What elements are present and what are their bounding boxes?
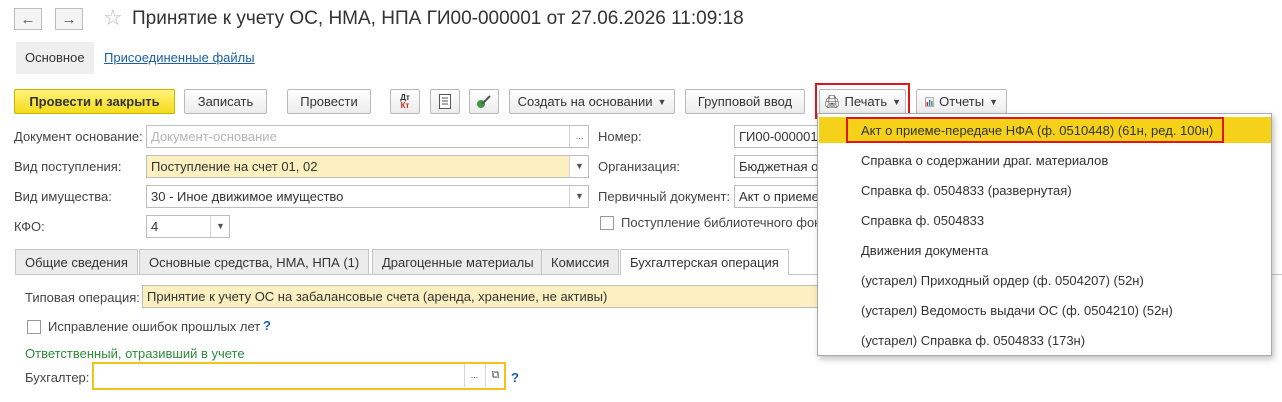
- bar-chart-icon: [925, 96, 935, 107]
- arrow-right-icon: →: [61, 10, 77, 28]
- arrow-left-icon: ←: [20, 10, 36, 28]
- menu-item-act-nfa[interactable]: Акт о приеме-передаче НФА (ф. 0510448) (…: [861, 123, 1213, 138]
- fix-errors-label: Исправление ошибок прошлых лет: [48, 319, 261, 334]
- dt-kt-button[interactable]: Дт Кт: [390, 89, 420, 114]
- menu-item-issue-statement[interactable]: (устарел) Ведомость выдачи ОС (ф. 050421…: [861, 303, 1173, 318]
- kfo-label: КФО:: [14, 219, 45, 234]
- organization-label: Организация:: [598, 159, 681, 174]
- property-type-field[interactable]: 30 - Иное движимое имущество ▼: [146, 185, 589, 208]
- receipt-type-value: Поступление на счет 01, 02: [151, 159, 318, 174]
- number-field[interactable]: ГИ00-000001: [734, 125, 824, 148]
- doc-basis-field[interactable]: Документ-основание ...: [146, 125, 589, 148]
- menu-item-receipt-order[interactable]: (устарел) Приходный ордер (ф. 0504207) (…: [861, 273, 1144, 288]
- reports-button[interactable]: Отчеты ▼: [916, 89, 1007, 114]
- help-icon[interactable]: ?: [263, 318, 271, 333]
- chevron-down-icon: ▼: [892, 96, 902, 107]
- edit-button[interactable]: [469, 89, 499, 114]
- typical-operation-label: Типовая операция:: [25, 290, 140, 305]
- receipt-type-field[interactable]: Поступление на счет 01, 02 ▼: [146, 155, 589, 178]
- print-button[interactable]: 🖨 Печать ▼: [819, 89, 906, 114]
- organization-field[interactable]: Бюджетная о: [734, 155, 824, 178]
- primary-doc-field[interactable]: Акт о приеме: [734, 185, 824, 208]
- kfo-value: 4: [151, 219, 159, 234]
- menu-item-certificate-expanded[interactable]: Справка ф. 0504833 (развернутая): [861, 183, 1072, 198]
- back-button[interactable]: ←: [14, 8, 42, 30]
- tab-precious-materials[interactable]: Драгоценные материалы: [372, 249, 544, 275]
- tab-general-info[interactable]: Общие сведения: [15, 249, 138, 275]
- tab-accounting-operation[interactable]: Бухгалтерская операция: [620, 249, 789, 275]
- list-view-button[interactable]: [430, 89, 460, 114]
- help-icon[interactable]: ?: [511, 370, 519, 385]
- typical-operation-field[interactable]: Принятие к учету ОС на забалансовые счет…: [142, 285, 832, 308]
- print-dropdown-menu: Акт о приеме-передаче НФА (ф. 0510448) (…: [817, 113, 1272, 356]
- menu-item-certificate[interactable]: Справка ф. 0504833: [861, 213, 984, 228]
- dropdown-arrow-icon[interactable]: ▼: [210, 216, 229, 237]
- primary-doc-label: Первичный документ:: [598, 189, 731, 204]
- kfo-field[interactable]: 4 ▼: [146, 215, 230, 238]
- tab-main[interactable]: Основное: [16, 42, 94, 74]
- print-label: Печать: [844, 94, 888, 109]
- page-title: Принятие к учету ОС, НМА, НПА ГИ00-00000…: [132, 8, 744, 29]
- pencil-icon: [477, 94, 491, 108]
- chevron-down-icon: ▼: [657, 96, 667, 107]
- active-tab-gap: [621, 274, 788, 275]
- tab-attached-files[interactable]: Присоединенные файлы: [95, 42, 264, 74]
- open-icon[interactable]: ⧉: [485, 364, 504, 387]
- tab-fixed-assets[interactable]: Основные средства, НМА, НПА (1): [139, 249, 370, 275]
- property-type-value: 30 - Иное движимое имущество: [151, 189, 344, 204]
- menu-item-certificate-old[interactable]: (устарел) Справка ф. 0504833 (173н): [861, 333, 1085, 348]
- responsible-section-header: Ответственный, отразивший в учете: [25, 346, 245, 361]
- doc-basis-placeholder: Документ-основание: [151, 129, 277, 144]
- property-type-label: Вид имущества:: [14, 189, 112, 204]
- accountant-field[interactable]: ... ⧉: [92, 362, 506, 390]
- dropdown-arrow-icon[interactable]: ▼: [569, 156, 588, 177]
- create-based-on-button[interactable]: Создать на основании ▼: [509, 89, 675, 114]
- doc-basis-label: Документ основание:: [14, 129, 143, 144]
- document-list-icon: [439, 94, 451, 109]
- star-icon[interactable]: ☆: [103, 5, 123, 31]
- group-input-button[interactable]: Групповой ввод: [685, 89, 805, 114]
- forward-button[interactable]: →: [55, 8, 83, 30]
- printer-icon: 🖨: [823, 93, 841, 109]
- dropdown-arrow-icon[interactable]: ▼: [569, 186, 588, 207]
- post-button[interactable]: Провести: [287, 89, 371, 114]
- save-button[interactable]: Записать: [184, 89, 267, 114]
- post-and-close-button[interactable]: Провести и закрыть: [14, 89, 175, 114]
- chevron-down-icon: ▼: [989, 96, 998, 107]
- tab-commission[interactable]: Комиссия: [541, 249, 620, 275]
- library-fund-checkbox[interactable]: [600, 216, 614, 230]
- number-label: Номер:: [598, 129, 642, 144]
- reports-label: Отчеты: [939, 94, 985, 109]
- receipt-type-label: Вид поступления:: [14, 159, 122, 174]
- create-based-on-label: Создать на основании: [517, 94, 653, 109]
- menu-item-document-movements[interactable]: Движения документа: [861, 243, 988, 258]
- dt-kt-icon: Дт Кт: [400, 92, 410, 110]
- select-ellipsis-button[interactable]: ...: [464, 364, 484, 387]
- accountant-label: Бухгалтер:: [25, 370, 90, 385]
- select-ellipsis-button[interactable]: ...: [569, 126, 588, 147]
- fix-errors-checkbox[interactable]: [27, 320, 41, 334]
- menu-item-precious-materials[interactable]: Справка о содержании драг. материалов: [861, 153, 1108, 168]
- library-fund-label: Поступление библиотечного фонд: [621, 215, 829, 230]
